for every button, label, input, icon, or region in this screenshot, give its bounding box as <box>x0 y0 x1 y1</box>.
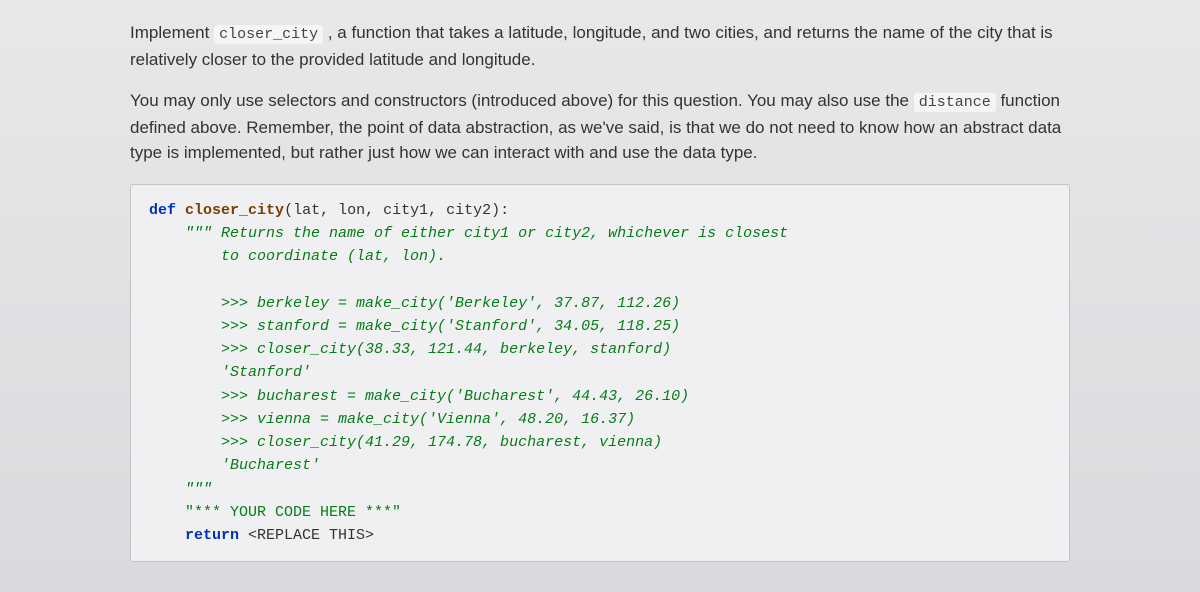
return-keyword: return <box>185 527 239 544</box>
example-5: >>> vienna = make_city('Vienna', 48.20, … <box>221 411 635 428</box>
example-2: >>> stanford = make_city('Stanford', 34.… <box>221 318 680 335</box>
distance-code: distance <box>914 93 996 112</box>
closer-city-code: closer_city <box>214 25 323 44</box>
example-1: >>> berkeley = make_city('Berkeley', 37.… <box>221 295 680 312</box>
code-block: def closer_city(lat, lon, city1, city2):… <box>130 184 1070 563</box>
return-value: <REPLACE THIS> <box>239 527 374 544</box>
example-3: >>> closer_city(38.33, 121.44, berkeley,… <box>221 341 671 358</box>
example-3-result: 'Stanford' <box>221 364 311 381</box>
function-name: closer_city <box>185 202 284 219</box>
para2-pre: You may only use selectors and construct… <box>130 91 914 110</box>
example-4: >>> bucharest = make_city('Bucharest', 4… <box>221 388 689 405</box>
instruction-paragraph-1: Implement closer_city , a function that … <box>130 20 1070 72</box>
docstring-line-2: to coordinate (lat, lon). <box>185 248 446 265</box>
docstring-end: """ <box>185 481 212 498</box>
para1-pre: Implement <box>130 23 214 42</box>
function-params: (lat, lon, city1, city2): <box>284 202 509 219</box>
docstring-line-1: """ Returns the name of either city1 or … <box>185 225 788 242</box>
def-keyword: def <box>149 202 176 219</box>
example-6: >>> closer_city(41.29, 174.78, bucharest… <box>221 434 662 451</box>
code-placeholder: "*** YOUR CODE HERE ***" <box>185 504 401 521</box>
instruction-paragraph-2: You may only use selectors and construct… <box>130 88 1070 166</box>
example-6-result: 'Bucharest' <box>221 457 320 474</box>
